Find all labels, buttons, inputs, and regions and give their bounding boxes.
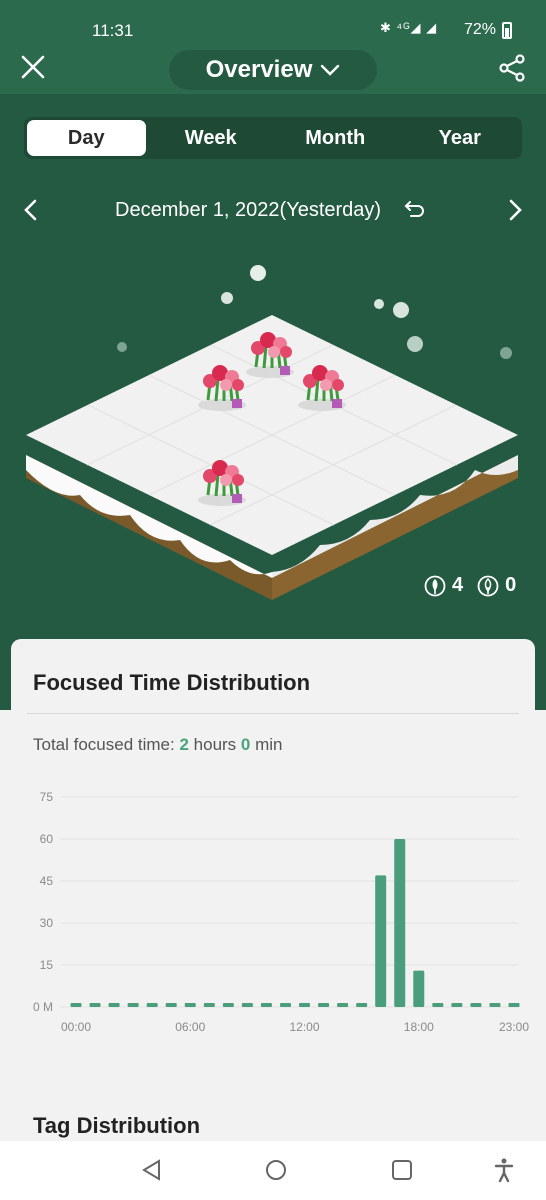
y-tick-label: 15 — [40, 958, 54, 972]
bar-zero — [108, 1003, 120, 1007]
tab-week[interactable]: Week — [152, 120, 271, 156]
chevron-left-icon[interactable] — [20, 198, 42, 222]
share-icon[interactable] — [498, 54, 526, 82]
bar — [394, 839, 406, 1007]
bar-zero — [508, 1003, 520, 1007]
withered-count: 0 — [505, 574, 517, 596]
bar-zero — [318, 1003, 330, 1007]
hours-label: hours — [188, 735, 241, 754]
bar-zero — [337, 1003, 349, 1007]
tab-month[interactable]: Month — [276, 120, 395, 156]
x-tick-label: 06:00 — [175, 1020, 205, 1034]
bar-zero — [470, 1003, 482, 1007]
x-tick-label: 12:00 — [290, 1020, 320, 1034]
recent-apps-icon[interactable] — [390, 1158, 414, 1182]
bar-zero — [451, 1003, 463, 1007]
y-tick-label: 60 — [40, 832, 54, 846]
withered-tree-icon — [477, 575, 499, 596]
divider — [27, 713, 519, 714]
bar-zero — [222, 1003, 234, 1007]
x-tick-label: 18:00 — [404, 1020, 434, 1034]
bar-zero — [89, 1003, 101, 1007]
accessibility-icon[interactable] — [492, 1157, 516, 1183]
tree-counts: 4 0 — [424, 574, 530, 597]
overview-dropdown[interactable]: Overview — [169, 50, 377, 90]
bar-zero — [203, 1003, 215, 1007]
bar-zero — [432, 1003, 444, 1007]
x-tick-label: 00:00 — [61, 1020, 91, 1034]
bar-zero — [146, 1003, 158, 1007]
forest-illustration — [26, 265, 518, 600]
bar-zero — [299, 1003, 311, 1007]
total-focused-time: Total focused time: 2 hours 0 min — [33, 735, 283, 755]
bar-zero — [184, 1003, 196, 1007]
card-title: Focused Time Distribution — [33, 670, 311, 695]
page-title: Overview — [205, 56, 313, 83]
total-label: Total focused time: — [33, 735, 180, 754]
bar-zero — [165, 1003, 177, 1007]
bar-zero — [70, 1003, 82, 1007]
y-tick-label: 45 — [40, 874, 54, 888]
date-label: December 1, 2022(Yesterday) — [115, 199, 382, 221]
tab-day[interactable]: Day — [27, 120, 146, 156]
y-tick-label: 0 M — [33, 1000, 53, 1014]
close-icon[interactable] — [20, 54, 46, 80]
y-tick-label: 75 — [40, 790, 54, 804]
x-tick-label: 23:00 — [499, 1020, 529, 1034]
total-minutes: 0 — [240, 735, 251, 754]
period-tabs: Day Week Month Year — [24, 117, 522, 159]
bar — [375, 875, 387, 1007]
bar-zero — [356, 1003, 368, 1007]
battery-icon — [502, 22, 512, 39]
back-icon[interactable] — [140, 1158, 164, 1182]
bar-zero — [241, 1003, 253, 1007]
bar-zero — [279, 1003, 291, 1007]
total-hours: 2 — [179, 735, 189, 754]
focused-time-card: Focused Time Distribution Total focused … — [11, 639, 535, 1063]
card-title: Tag Distribution — [33, 1113, 201, 1138]
battery-percent: 72% — [464, 21, 497, 38]
chevron-down-icon — [321, 64, 340, 76]
signal-icons: ✱ ⁴ᴳ◢ ◢ — [380, 20, 438, 35]
bar-zero — [127, 1003, 139, 1007]
focus-bar-chart: 0 M 15 30 45 60 75 00:00 06:00 12:00 18:00 23:00 — [33, 790, 529, 1034]
minutes-label: min — [250, 735, 283, 754]
y-tick-label: 30 — [40, 916, 54, 930]
bar-zero — [489, 1003, 501, 1007]
tab-year[interactable]: Year — [401, 120, 520, 156]
status-time: 11:31 — [92, 21, 134, 40]
return-today-icon[interactable] — [403, 198, 427, 222]
bar-zero — [260, 1003, 272, 1007]
chevron-right-icon[interactable] — [504, 198, 526, 222]
date-navigator: December 1, 2022(Yesterday) — [0, 190, 546, 232]
home-icon[interactable] — [264, 1158, 288, 1182]
healthy-tree-icon — [424, 575, 446, 596]
healthy-count: 4 — [452, 574, 464, 596]
app-bar: Overview — [0, 44, 546, 94]
system-nav-bar — [0, 1141, 546, 1200]
bar — [413, 970, 425, 1007]
